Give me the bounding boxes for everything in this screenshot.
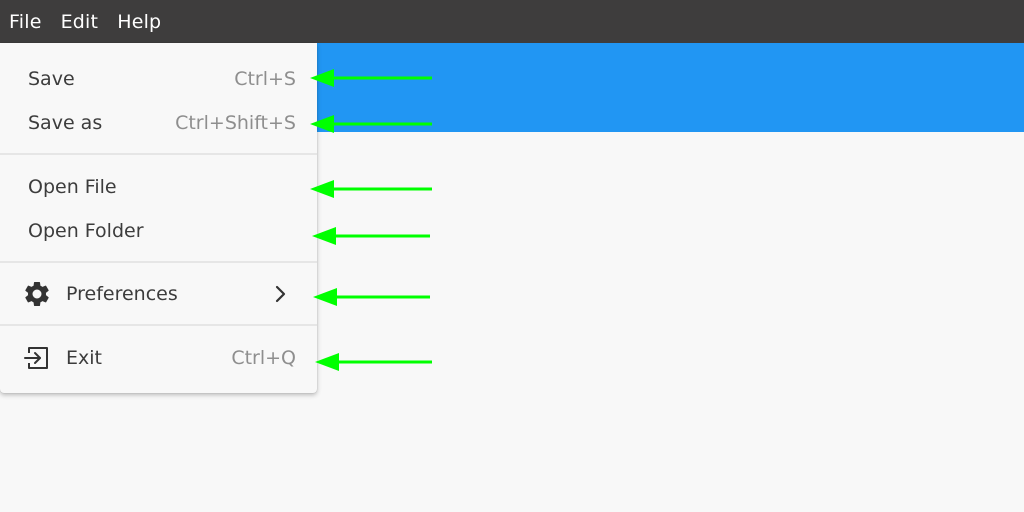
menu-item-save[interactable]: Save Ctrl+S — [0, 57, 317, 101]
menu-edit[interactable]: Edit — [42, 11, 99, 33]
file-menu-dropdown: Save Ctrl+S Save as Ctrl+Shift+S Open Fi… — [0, 43, 317, 393]
chevron-right-icon — [273, 284, 289, 304]
menu-bar: File Edit Help — [0, 0, 1024, 43]
menu-divider — [0, 261, 317, 263]
menu-item-label: Save — [28, 68, 75, 90]
menu-item-open-file[interactable]: Open File — [0, 165, 317, 209]
shortcut-text: Ctrl+S — [234, 68, 296, 90]
menu-item-label: Open File — [28, 176, 117, 198]
menu-item-exit[interactable]: Exit Ctrl+Q — [0, 336, 317, 380]
menu-divider — [0, 153, 317, 155]
menu-item-label: Save as — [28, 112, 103, 134]
shortcut-text: Ctrl+Q — [231, 347, 296, 369]
menu-divider — [0, 324, 317, 326]
menu-item-label: Open Folder — [28, 220, 144, 242]
menu-file[interactable]: File — [0, 11, 42, 33]
menu-item-label: Preferences — [66, 283, 178, 305]
shortcut-text: Ctrl+Shift+S — [175, 112, 296, 134]
menu-help[interactable]: Help — [98, 11, 161, 33]
menu-item-preferences[interactable]: Preferences — [0, 272, 317, 316]
menu-item-label: Exit — [66, 347, 102, 369]
menu-item-save-as[interactable]: Save as Ctrl+Shift+S — [0, 101, 317, 145]
gear-icon — [21, 278, 53, 310]
exit-icon — [21, 342, 53, 374]
menu-item-open-folder[interactable]: Open Folder — [0, 209, 317, 253]
